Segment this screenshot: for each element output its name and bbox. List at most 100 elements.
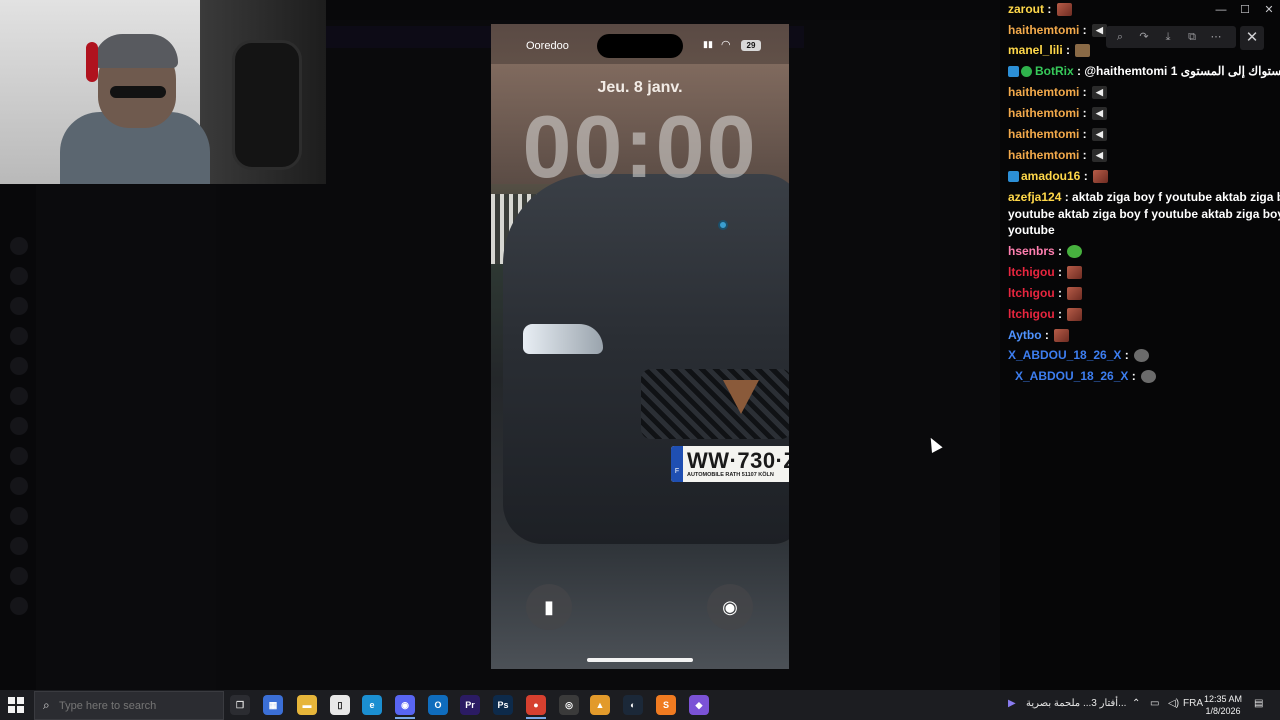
notification-app-icon[interactable]: ▶ bbox=[1008, 698, 1016, 709]
camera-icon: ◉ bbox=[722, 597, 738, 617]
chat-separator: : bbox=[1061, 190, 1073, 204]
app-icon[interactable]: ▲ bbox=[590, 695, 610, 715]
chat-separator: : bbox=[1128, 369, 1140, 383]
headset-icon bbox=[86, 42, 98, 82]
file-explorer-icon[interactable]: ▬ bbox=[297, 695, 317, 715]
notification-text[interactable]: أفتار 3... ملحمة بصرية... bbox=[1026, 698, 1126, 709]
photoshop-icon[interactable]: Ps bbox=[493, 695, 513, 715]
camera-button[interactable]: ◉ bbox=[707, 584, 753, 630]
window-close-button[interactable]: ✕ bbox=[1258, 2, 1280, 18]
chat-username[interactable]: manel_lili bbox=[1008, 43, 1063, 57]
chat-text: youtube bbox=[1008, 223, 1055, 237]
chat-separator: : bbox=[1079, 148, 1091, 162]
share-icon[interactable]: ↷ bbox=[1136, 29, 1152, 45]
open-icon[interactable]: ⧉ bbox=[1184, 29, 1200, 45]
chat-message: manel_lili : bbox=[1008, 42, 1091, 58]
network-icon[interactable]: ▭ bbox=[1150, 698, 1159, 709]
chat-separator: : bbox=[1080, 169, 1092, 183]
steam-icon[interactable]: ◐ bbox=[623, 695, 643, 715]
server-icon bbox=[10, 237, 28, 255]
chat-username[interactable]: haithemtomi bbox=[1008, 23, 1079, 37]
chat-message: ltchigou : bbox=[1008, 285, 1083, 301]
start-button[interactable] bbox=[8, 697, 24, 713]
webcam-motorbike bbox=[232, 40, 302, 170]
bot-emote-icon bbox=[1075, 44, 1091, 58]
chat-message: Aytbo : bbox=[1008, 327, 1070, 343]
chat-message: haithemtomi : ◀ bbox=[1008, 105, 1108, 121]
background-titlebar bbox=[320, 0, 1000, 20]
chat-username[interactable]: X_ABDOU_18_26_X bbox=[1008, 348, 1121, 362]
chat-username[interactable]: zarout bbox=[1008, 2, 1044, 16]
premiere-icon[interactable]: Pr bbox=[460, 695, 480, 715]
close-icon: ✕ bbox=[1245, 29, 1259, 46]
chat-username[interactable]: ltchigou bbox=[1008, 307, 1055, 321]
chat-text: aktab ziga boy f youtube aktab ziga boy … bbox=[1072, 190, 1280, 204]
store-icon[interactable]: ▦ bbox=[263, 695, 283, 715]
minimize-button[interactable]: — bbox=[1210, 2, 1232, 18]
chat-username[interactable]: Aytbo bbox=[1008, 328, 1042, 342]
taskbar-clock[interactable]: 12:35 AM 1/8/2026 bbox=[1198, 693, 1248, 717]
chat-username[interactable]: amadou16 bbox=[1021, 169, 1080, 183]
chat-username[interactable]: BotRix bbox=[1035, 64, 1074, 78]
search-icon: ⌕ bbox=[43, 698, 50, 712]
sublime-icon[interactable]: S bbox=[656, 695, 676, 715]
taskbar-search[interactable]: ⌕ bbox=[34, 691, 224, 720]
gray-emote-icon bbox=[1141, 370, 1157, 384]
zoom-icon[interactable]: ⌕ bbox=[1112, 29, 1128, 45]
notepad-icon[interactable]: ▯ bbox=[330, 695, 350, 715]
taskbar: ⌕ ❐ ▦ ▬ ▯ e ◉ O Pr Ps ● ◎ ▲ ◐ S ◆ ▶ أفتار 3... ملحمة ب… bbox=[0, 690, 1280, 720]
chat-username[interactable]: hsenbrs bbox=[1008, 244, 1055, 258]
chat-separator: : bbox=[1073, 64, 1085, 78]
background-server-rail bbox=[0, 185, 36, 690]
server-icon bbox=[10, 267, 28, 285]
audio-emote-icon: ◀ bbox=[1092, 149, 1108, 163]
chat-separator: : bbox=[1054, 244, 1066, 258]
signal-icon: ▮▮ bbox=[703, 39, 713, 49]
volume-icon[interactable]: ◁) bbox=[1168, 698, 1179, 709]
outlook-icon[interactable]: O bbox=[428, 695, 448, 715]
home-indicator[interactable] bbox=[587, 658, 693, 662]
audio-emote-icon: ◀ bbox=[1092, 128, 1108, 142]
viewer-close-button[interactable]: ✕ bbox=[1240, 26, 1264, 50]
plate-country: F bbox=[671, 446, 683, 482]
obs-icon[interactable]: ◎ bbox=[559, 695, 579, 715]
maximize-button[interactable]: ☐ bbox=[1234, 2, 1256, 18]
clock-date: 1/8/2026 bbox=[1205, 706, 1241, 716]
flashlight-button[interactable]: ▮ bbox=[526, 584, 572, 630]
more-icon[interactable]: ⋯ bbox=[1208, 29, 1224, 45]
download-icon[interactable]: ⤓ bbox=[1160, 29, 1176, 45]
green-emote-icon bbox=[1067, 245, 1083, 259]
search-input[interactable] bbox=[59, 698, 219, 714]
notifications-icon[interactable]: ▤ bbox=[1254, 698, 1263, 709]
twitch-icon[interactable]: ◆ bbox=[689, 695, 709, 715]
chat-username[interactable]: X_ABDOU_18_26_X bbox=[1015, 369, 1128, 383]
chat-overlay: zarout : haithemtomi : ◀ manel_lili : Bot… bbox=[1002, 0, 1280, 400]
edge-icon[interactable]: e bbox=[362, 695, 382, 715]
chat-separator: : bbox=[1054, 286, 1066, 300]
chat-username[interactable]: haithemtomi bbox=[1008, 127, 1079, 141]
plate-number: WW·730·Z bbox=[687, 448, 789, 473]
chat-username[interactable]: haithemtomi bbox=[1008, 148, 1079, 162]
chat-separator: : bbox=[1041, 328, 1053, 342]
chat-username[interactable]: haithemtomi bbox=[1008, 85, 1079, 99]
chat-username[interactable]: azefja124 bbox=[1008, 190, 1061, 204]
chrome-icon[interactable]: ● bbox=[526, 695, 546, 715]
chat-username[interactable]: ltchigou bbox=[1008, 286, 1055, 300]
server-icon bbox=[10, 447, 28, 465]
task-view-icon[interactable]: ❐ bbox=[230, 695, 250, 715]
discord-icon[interactable]: ◉ bbox=[395, 695, 415, 715]
chat-separator: : bbox=[1079, 127, 1091, 141]
server-icon bbox=[10, 567, 28, 585]
chat-separator: : bbox=[1062, 43, 1074, 57]
tray-chevron-icon[interactable]: ⌃ bbox=[1132, 698, 1140, 709]
flashlight-icon: ▮ bbox=[544, 597, 554, 617]
chat-username[interactable]: ltchigou bbox=[1008, 265, 1055, 279]
chat-message: haithemtomi : ◀ bbox=[1008, 84, 1108, 100]
chat-username[interactable]: haithemtomi bbox=[1008, 106, 1079, 120]
chat-separator: : bbox=[1054, 307, 1066, 321]
dynamic-island bbox=[597, 34, 683, 58]
clock-time: 12:35 AM bbox=[1203, 694, 1243, 704]
server-icon bbox=[10, 417, 28, 435]
chat-text: youtube aktab ziga boy f youtube aktab z… bbox=[1008, 207, 1280, 221]
webcam-overlay bbox=[0, 0, 326, 184]
